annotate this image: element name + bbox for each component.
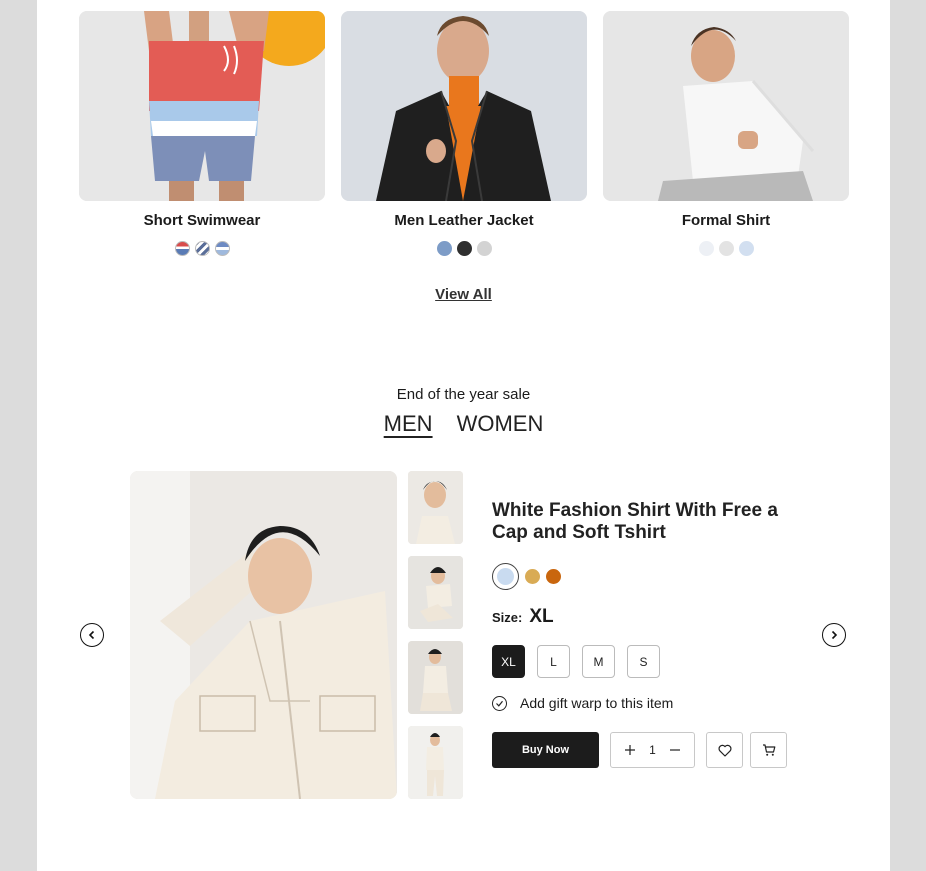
carousel-next-button[interactable]: [822, 623, 846, 647]
check-icon: [496, 700, 503, 707]
color-swatches: [79, 241, 325, 256]
product-image[interactable]: [603, 11, 849, 201]
thumbnail[interactable]: [408, 556, 463, 629]
swatch-light-gray[interactable]: [476, 241, 492, 256]
carousel-prev-button[interactable]: [80, 623, 104, 647]
color-swatches: [603, 241, 849, 256]
minus-icon: [669, 749, 680, 751]
cart-icon: [762, 744, 775, 756]
tab-men[interactable]: MEN: [384, 411, 433, 437]
page: Short Swimwear Men Leather Jacket Formal…: [37, 0, 890, 871]
color-option-light-blue[interactable]: [492, 563, 519, 590]
swatch-black[interactable]: [456, 241, 472, 256]
swatch-light-gray[interactable]: [718, 241, 734, 256]
color-options: [492, 563, 561, 590]
selected-size-value: XL: [529, 606, 554, 627]
view-all-link[interactable]: View All: [37, 286, 890, 303]
thumbnail[interactable]: [408, 471, 463, 544]
size-button-s[interactable]: S: [627, 645, 660, 678]
color-swatches: [341, 241, 587, 256]
swatch-off-white[interactable]: [698, 241, 714, 256]
swatch-blue[interactable]: [436, 241, 452, 256]
plus-icon: [625, 745, 636, 755]
swatch-striped-light-blue[interactable]: [214, 241, 230, 256]
add-to-cart-button[interactable]: [750, 732, 787, 768]
product-image[interactable]: [341, 11, 587, 201]
product-name[interactable]: Men Leather Jacket: [341, 212, 587, 229]
featured-main-image: [130, 471, 397, 799]
quantity-value: 1: [649, 743, 656, 757]
size-button-l[interactable]: L: [537, 645, 570, 678]
buy-now-button[interactable]: Buy Now: [492, 732, 599, 768]
size-button-xl[interactable]: XL: [492, 645, 525, 678]
color-option-mustard[interactable]: [525, 569, 540, 584]
decrease-quantity-button[interactable]: [668, 743, 682, 757]
gift-wrap-checkbox[interactable]: [492, 695, 507, 711]
product-name[interactable]: Formal Shirt: [603, 212, 849, 229]
size-summary: Size: XL: [492, 606, 554, 628]
chevron-left-icon: [88, 630, 95, 640]
thumbnail[interactable]: [408, 641, 463, 714]
increase-quantity-button[interactable]: [623, 743, 637, 757]
color-option-orange[interactable]: [546, 569, 561, 584]
sale-heading: End of the year sale: [396, 386, 531, 403]
quantity-stepper: 1: [610, 732, 695, 768]
thumbnail[interactable]: [408, 726, 463, 799]
product-image[interactable]: [79, 11, 325, 201]
product-title: White Fashion Shirt With Free a Cap and …: [492, 500, 778, 543]
size-options: XL L M S: [492, 645, 660, 678]
size-button-m[interactable]: M: [582, 645, 615, 678]
tab-women[interactable]: WOMEN: [457, 411, 544, 437]
gender-tabs: MEN WOMEN: [37, 411, 890, 437]
chevron-right-icon: [831, 630, 838, 640]
gift-wrap-option[interactable]: Add gift warp to this item: [492, 695, 673, 711]
wishlist-button[interactable]: [706, 732, 743, 768]
swatch-light-blue[interactable]: [738, 241, 754, 256]
heart-icon: [718, 744, 731, 757]
product-name[interactable]: Short Swimwear: [79, 212, 325, 229]
size-label: Size:: [492, 610, 523, 625]
swatch-striped-red-blue[interactable]: [174, 241, 190, 256]
swatch-striped-navy-white[interactable]: [194, 241, 210, 256]
gift-wrap-label: Add gift warp to this item: [520, 695, 674, 711]
